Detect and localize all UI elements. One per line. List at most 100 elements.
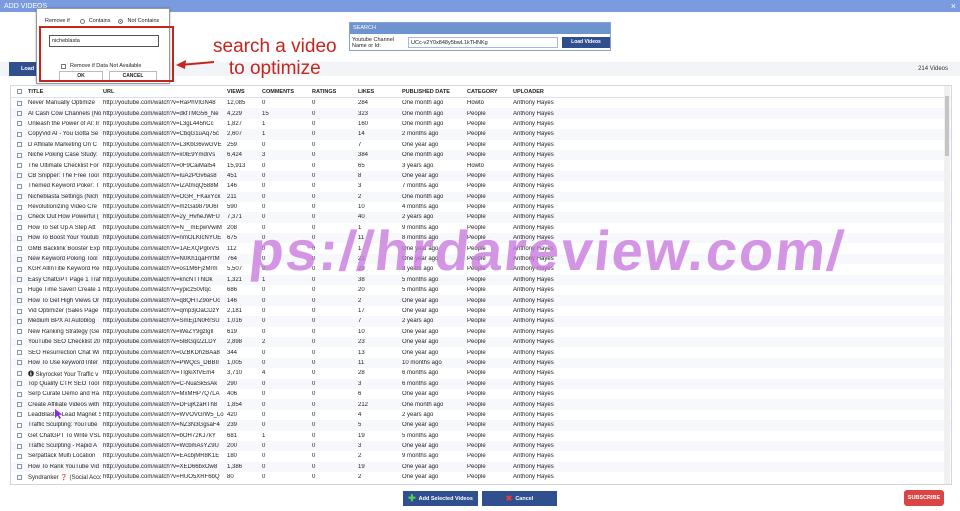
row-checkbox[interactable] [17, 287, 22, 293]
col-likes[interactable]: LIKES [356, 89, 400, 95]
table-row[interactable]: AI Cash Cow Channels (No http://youtube.c… [11, 108, 951, 119]
row-checkbox[interactable] [17, 433, 22, 439]
table-row[interactable]: Niche Poking Case Study: http://youtube.c… [11, 149, 951, 161]
col-title[interactable]: TITLE [26, 89, 101, 95]
cell-url: http://youtube.com/watch?v=nmOLKIcNYUE [103, 235, 222, 242]
table-row[interactable]: Huge Time Saver! Create 1 http://youtube.… [11, 285, 951, 295]
row-checkbox[interactable] [17, 329, 22, 335]
row-checkbox[interactable] [17, 339, 22, 345]
col-published[interactable]: PUBLISHED DATE [400, 89, 465, 95]
row-checkbox[interactable] [17, 256, 22, 262]
table-row[interactable]: Medium BPX AI Autoblog http://youtube.com… [11, 316, 951, 327]
col-views[interactable]: VIEWS [225, 89, 260, 95]
cell-comments: 0 [262, 183, 266, 190]
table-row[interactable]: Syndranker ❓ (Social Acco http://youtube.… [11, 472, 951, 482]
col-url[interactable]: URL [101, 89, 225, 95]
row-checkbox[interactable] [17, 422, 22, 428]
table-row[interactable]: Serp Curate Demo and Ra http://youtube.co… [11, 389, 951, 399]
table-row[interactable]: LeadBlaster Lead Magnet Shttp://youtube.… [11, 410, 951, 420]
cell-title: Serp Curate Demo and Ra [28, 391, 100, 398]
cell-comments: 2 [262, 339, 266, 346]
cell-published: 5 months ago [402, 432, 439, 439]
row-checkbox[interactable] [17, 412, 22, 418]
row-checkbox[interactable] [17, 443, 22, 449]
row-checkbox[interactable] [17, 391, 22, 397]
row-checkbox[interactable] [17, 318, 22, 324]
contains-radio[interactable] [79, 18, 85, 24]
cell-category: People [467, 152, 486, 159]
cell-category: People [467, 463, 486, 470]
cell-title: Niche Poking Case Study: [28, 152, 98, 159]
table-row[interactable]: YouTube SEO Checklist 20 http://youtube.c… [11, 336, 951, 348]
table-row[interactable]: How To Use keyword Inter http://youtube.c… [11, 357, 951, 369]
channel-input[interactable]: UCc-v2Y0x848y5bwL1kTHNKg [408, 37, 558, 48]
row-checkbox[interactable] [17, 474, 22, 480]
row-checkbox[interactable] [17, 308, 22, 314]
table-row[interactable]: Unleash the Power of AI: Ir http://youtub… [11, 119, 951, 129]
row-checkbox[interactable] [17, 370, 22, 376]
table-row[interactable]: The Ultimate Checklist For http://youtube… [11, 160, 951, 170]
table-row[interactable]: How To Get High Views Or http://youtube.c… [11, 295, 951, 306]
row-checkbox[interactable] [17, 163, 22, 169]
table-row[interactable]: New Ranking Strategy (Ge http://youtube.c… [11, 327, 951, 337]
cell-url: http://youtube.com/watch?v=IZAtmqQ588M [103, 183, 219, 190]
row-checkbox[interactable] [17, 194, 22, 200]
cell-url: http://youtube.com/watch?v=SmEj1N0RrSU [103, 318, 220, 325]
table-row[interactable]: Serpattack Multi Location http://youtube.… [11, 451, 951, 461]
row-checkbox[interactable] [17, 360, 22, 366]
row-checkbox[interactable] [17, 246, 22, 252]
row-checkbox[interactable] [17, 204, 22, 210]
row-checkbox[interactable] [17, 298, 22, 304]
subscribe-button[interactable]: SUBSCRIBE [904, 490, 944, 506]
row-checkbox[interactable] [17, 173, 22, 179]
row-checkbox[interactable] [17, 381, 22, 387]
table-row[interactable]: Revolutionizing Video Cre http://youtube.… [11, 202, 951, 212]
table-row[interactable]: Never Manually Optimize http://youtube.co… [11, 98, 951, 108]
row-checkbox[interactable] [17, 453, 22, 459]
close-icon[interactable]: × [951, 0, 956, 12]
row-checkbox[interactable] [17, 225, 22, 231]
row-checkbox[interactable] [17, 142, 22, 148]
row-checkbox[interactable] [17, 266, 22, 272]
table-row[interactable]: How To Rank YouTube Vid http://youtube.co… [11, 461, 951, 473]
cell-uploader: Anthony Hayes [513, 308, 554, 314]
contains-label: Contains [88, 18, 111, 24]
scroll-thumb[interactable] [945, 96, 949, 156]
add-selected-button[interactable]: ✚ Add Selected Videos [403, 491, 478, 506]
row-checkbox[interactable] [17, 464, 22, 470]
table-row[interactable]: Vid Optimizer (Sales Page http://youtube.… [11, 306, 951, 316]
cancel-button[interactable]: ✖ Cancel [482, 491, 557, 506]
table-row[interactable]: Nicheblasta Settings (Nich http://youtube… [11, 191, 951, 202]
col-category[interactable]: CATEGORY [465, 89, 511, 95]
cell-url: http://youtube.com/watch?v=1AEXQPglxVS [103, 245, 220, 252]
row-checkbox[interactable] [17, 131, 22, 137]
table-row[interactable]: Get ChatGPT To Write VSL http://youtube.c… [11, 431, 951, 441]
table-row[interactable]: Top Quality CTR SEO Tool http://youtube.c… [11, 378, 951, 389]
table-row[interactable]: Traffic Sculpting - Rapid A http://youtub… [11, 440, 951, 452]
row-checkbox[interactable] [17, 100, 22, 106]
row-checkbox[interactable] [17, 277, 22, 283]
table-row[interactable]: Create Affiliate Videos with http://youtu… [11, 399, 951, 410]
row-checkbox[interactable] [17, 121, 22, 127]
row-checkbox[interactable] [17, 402, 22, 408]
not-contains-radio[interactable] [118, 18, 124, 24]
table-row[interactable]: Themed Keyword Poker: Thttp://youtube.co… [11, 181, 951, 191]
row-checkbox[interactable] [17, 350, 22, 356]
table-row[interactable]: Traffic Sculpting: YouTube http://youtube… [11, 420, 951, 431]
col-uploader[interactable]: UPLOADER [511, 89, 571, 95]
table-row[interactable]: SEO Resurrection Chat Wi http://youtube.c… [11, 347, 951, 357]
table-scrollbar[interactable] [944, 86, 950, 484]
load-videos-button[interactable]: Load Videos [562, 37, 610, 48]
row-checkbox[interactable] [17, 152, 22, 158]
table-row[interactable]: D Affiliate Marketing On C http://youtube… [11, 140, 951, 150]
row-checkbox[interactable] [17, 235, 22, 241]
row-checkbox[interactable] [17, 214, 22, 220]
select-all-checkbox[interactable] [17, 89, 22, 94]
table-row[interactable]: CopyVid AI - You Gotta Se http://youtube.… [11, 129, 951, 140]
row-checkbox[interactable] [17, 111, 22, 117]
table-row[interactable]: 🅔 Skyrocket Your Traffic v http://youtube… [11, 368, 951, 378]
col-ratings[interactable]: RATINGS [310, 89, 356, 95]
table-row[interactable]: CB Snipper: The Free Tool http://youtube.… [11, 170, 951, 182]
col-comments[interactable]: COMMENTS [260, 89, 310, 95]
row-checkbox[interactable] [17, 183, 22, 189]
